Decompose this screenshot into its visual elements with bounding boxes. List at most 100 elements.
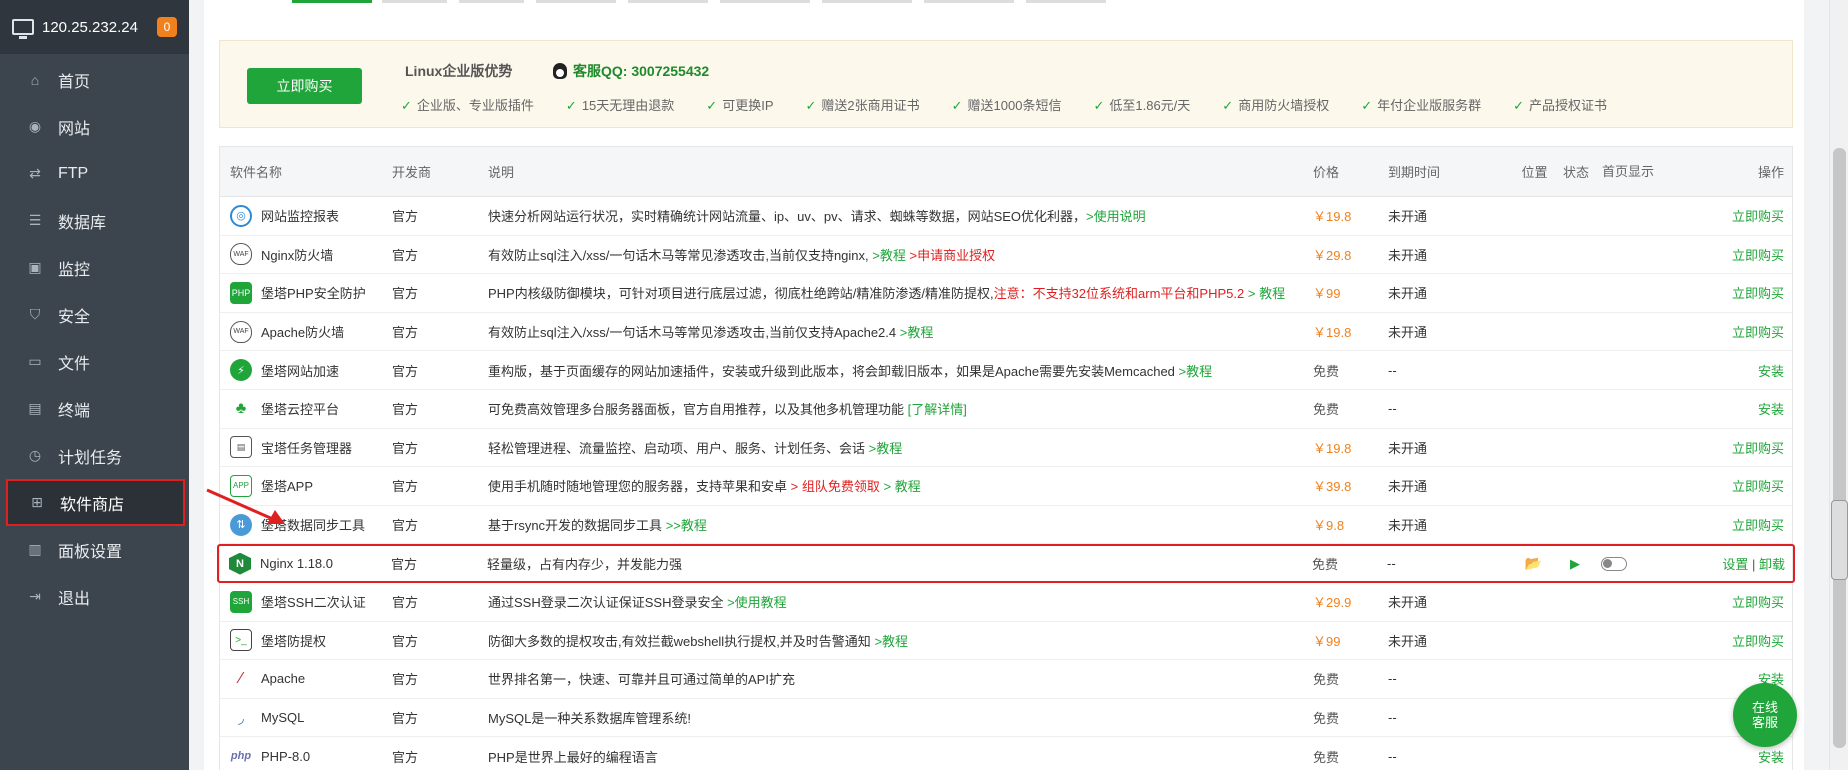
sidebar-item-home[interactable]: ⌂ 首页 xyxy=(0,56,189,103)
table-row: SSH 堡塔SSH二次认证 官方 通过SSH登录二次认证保证SSH登录安全 >使用… xyxy=(220,583,1792,622)
sidebar-item-files[interactable]: ▭ 文件 xyxy=(0,338,189,385)
buy-now-button[interactable]: 立即购买 xyxy=(247,68,362,104)
doc-link[interactable]: >使用教程 xyxy=(727,595,787,610)
description: 防御大多数的提权攻击,有效拦截webshell执行提权,并及时告警通知 >教程 xyxy=(488,633,909,649)
sidebar-item-logout[interactable]: ⇥ 退出 xyxy=(0,573,189,620)
uninstall-button[interactable]: 卸载 xyxy=(1759,557,1785,572)
install-button[interactable]: 安装 xyxy=(1666,747,1792,766)
expire: 未开通 xyxy=(1388,286,1428,302)
software-name: 堡塔防提权 xyxy=(261,633,327,649)
license-link[interactable]: >申请商业授权 xyxy=(910,248,996,263)
shield-icon: ⛉ xyxy=(29,306,41,322)
settings-button[interactable]: 设置 xyxy=(1722,557,1748,572)
table-row: ⁄ Apache 官方 世界排名第一，快速、可靠并且可通过简单的API扩充 免费 … xyxy=(220,660,1792,699)
home-icon: ⌂ xyxy=(30,71,40,88)
doc-link[interactable]: > 教程 xyxy=(883,479,920,494)
sidebar-item-database[interactable]: ☰ 数据库 xyxy=(0,197,189,244)
description: 使用手机随时随地管理您的服务器，支持苹果和安卓 > 组队免费领取 > 教程 xyxy=(488,479,921,495)
tab-indicator[interactable] xyxy=(459,0,524,3)
logout-icon: ⇥ xyxy=(29,588,41,604)
buy-button[interactable]: 立即购买 xyxy=(1666,631,1792,650)
message-badge[interactable]: 0 xyxy=(157,17,177,37)
doc-link[interactable]: >>教程 xyxy=(666,518,707,533)
software-name: Nginx防火墙 xyxy=(261,247,334,263)
sidebar-item-ftp[interactable]: ⇄ FTP xyxy=(0,150,189,197)
col-expire: 到期时间 xyxy=(1388,165,1441,180)
doc-link[interactable]: >教程 xyxy=(1179,364,1213,379)
tab-indicator[interactable] xyxy=(924,0,1014,3)
doc-link[interactable]: >教程 xyxy=(872,248,906,263)
buy-button[interactable]: 立即购买 xyxy=(1666,245,1792,264)
sidebar-item-terminal[interactable]: ▤ 终端 xyxy=(0,385,189,432)
col-home-display: 首页显示 xyxy=(1602,164,1655,179)
table-row: ▤ 宝塔任务管理器 官方 轻松管理进程、流量监控、启动项、用户、服务、计划任务、会… xyxy=(220,429,1792,468)
software-name: Nginx 1.18.0 xyxy=(260,556,333,572)
check-icon: ✓ xyxy=(401,98,412,113)
table-row: ◞ MySQL 官方 MySQL是一种关系数据库管理系统! 免费 -- xyxy=(220,699,1792,738)
table-row: ⇅ 堡塔数据同步工具 官方 基于rsync开发的数据同步工具 >>教程 ￥9.8 … xyxy=(220,506,1792,545)
table-row: ⚡ 堡塔网站加速 官方 重构版，基于页面缓存的网站加速插件，安装或升级到此版本，将… xyxy=(220,351,1792,390)
sidebar-item-settings[interactable]: ▥ 面板设置 xyxy=(0,526,189,573)
feature-item: ✓ 可更换IP xyxy=(706,98,774,113)
buy-button[interactable]: 立即购买 xyxy=(1666,283,1792,302)
doc-link[interactable]: > 教程 xyxy=(1248,286,1285,301)
buy-button[interactable]: 立即购买 xyxy=(1666,206,1792,225)
scrollbar-grip[interactable] xyxy=(1831,500,1848,580)
col-price[interactable]: 价格 xyxy=(1313,162,1388,181)
sidebar-item-monitor[interactable]: ▣ 监控 xyxy=(0,244,189,291)
qq-support[interactable]: 客服QQ: 3007255432 xyxy=(553,61,709,81)
php-shield-icon: PHP xyxy=(230,281,252,304)
folder-open-icon[interactable]: 📂 xyxy=(1525,555,1542,571)
sidebar-item-website[interactable]: ◉ 网站 xyxy=(0,103,189,150)
table-row: APP 堡塔APP 官方 使用手机随时随地管理您的服务器，支持苹果和安卓 > 组队… xyxy=(220,467,1792,506)
page-scrollbar[interactable] xyxy=(1829,0,1848,770)
buy-button[interactable]: 立即购买 xyxy=(1666,438,1792,457)
doc-link[interactable]: >使用说明 xyxy=(1086,209,1146,224)
buy-button[interactable]: 立即购买 xyxy=(1666,515,1792,534)
expire: -- xyxy=(1388,748,1397,764)
buy-button[interactable]: 立即购买 xyxy=(1666,322,1792,341)
doc-link[interactable]: >教程 xyxy=(869,441,903,456)
sidebar-item-security[interactable]: ⛉ 安全 xyxy=(0,291,189,338)
sidebar-item-cron[interactable]: ◷ 计划任务 xyxy=(0,432,189,479)
software-name: PHP-8.0 xyxy=(261,748,311,764)
monitor-icon: ▣ xyxy=(28,259,42,275)
online-support-button[interactable]: 在线 客服 xyxy=(1733,683,1797,747)
tab-indicator[interactable] xyxy=(382,0,447,3)
scrollbar-thumb[interactable] xyxy=(1833,148,1846,748)
software-name: Apache xyxy=(261,671,306,687)
main-area: 立即购买 Linux企业版优势 客服QQ: 3007255432 ✓ 企业版、专业… xyxy=(189,0,1829,770)
sidebar-item-appstore[interactable]: ⊞ 软件商店 xyxy=(6,479,185,526)
expire: -- xyxy=(1388,362,1397,378)
details-link[interactable]: [了解详情] xyxy=(908,402,967,417)
software-name: 堡塔网站加速 xyxy=(261,363,340,379)
tab-active-indicator[interactable] xyxy=(292,0,372,3)
expire: 未开通 xyxy=(1388,479,1428,495)
tab-indicator[interactable] xyxy=(822,0,912,3)
buy-button[interactable]: 立即购买 xyxy=(1666,592,1792,611)
developer: 官方 xyxy=(392,595,419,611)
buy-button[interactable]: 立即购买 xyxy=(1666,476,1792,495)
feature-item: ✓ 赠送2张商用证书 xyxy=(805,98,920,113)
install-button[interactable]: 安装 xyxy=(1666,361,1792,380)
doc-link[interactable]: >教程 xyxy=(900,325,934,340)
globe-icon: ◉ xyxy=(28,118,42,134)
table-row-nginx: N Nginx 1.18.0 官方 轻量级，占有内存少，并发能力强 免费 -- 📂… xyxy=(217,544,1795,583)
tab-indicator[interactable] xyxy=(1026,0,1106,3)
tab-indicator[interactable] xyxy=(536,0,616,3)
price: ￥19.8 xyxy=(1313,325,1352,341)
database-icon: ☰ xyxy=(28,212,42,228)
promo-title: Linux企业版优势 xyxy=(405,63,513,79)
promo-link[interactable]: > 组队免费领取 xyxy=(791,479,880,494)
play-icon[interactable]: ▶ xyxy=(1570,556,1580,571)
table-row: ♣ 堡塔云控平台 官方 可免费高效管理多台服务器面板，官方自用推荐，以及其他多机管… xyxy=(220,390,1792,429)
tab-indicator[interactable] xyxy=(628,0,708,3)
tab-indicator[interactable] xyxy=(720,0,810,3)
table-row: ◎ 网站监控报表 官方 快速分析网站运行状况，实时精确统计网站流量、ip、uv、p… xyxy=(220,197,1792,236)
doc-link[interactable]: >教程 xyxy=(874,634,908,649)
home-display-toggle[interactable] xyxy=(1601,557,1627,572)
price: ￥19.8 xyxy=(1313,440,1352,456)
software-name: MySQL xyxy=(261,710,305,726)
install-button[interactable]: 安装 xyxy=(1666,399,1792,418)
lightning-icon: ⚡ xyxy=(230,359,252,382)
